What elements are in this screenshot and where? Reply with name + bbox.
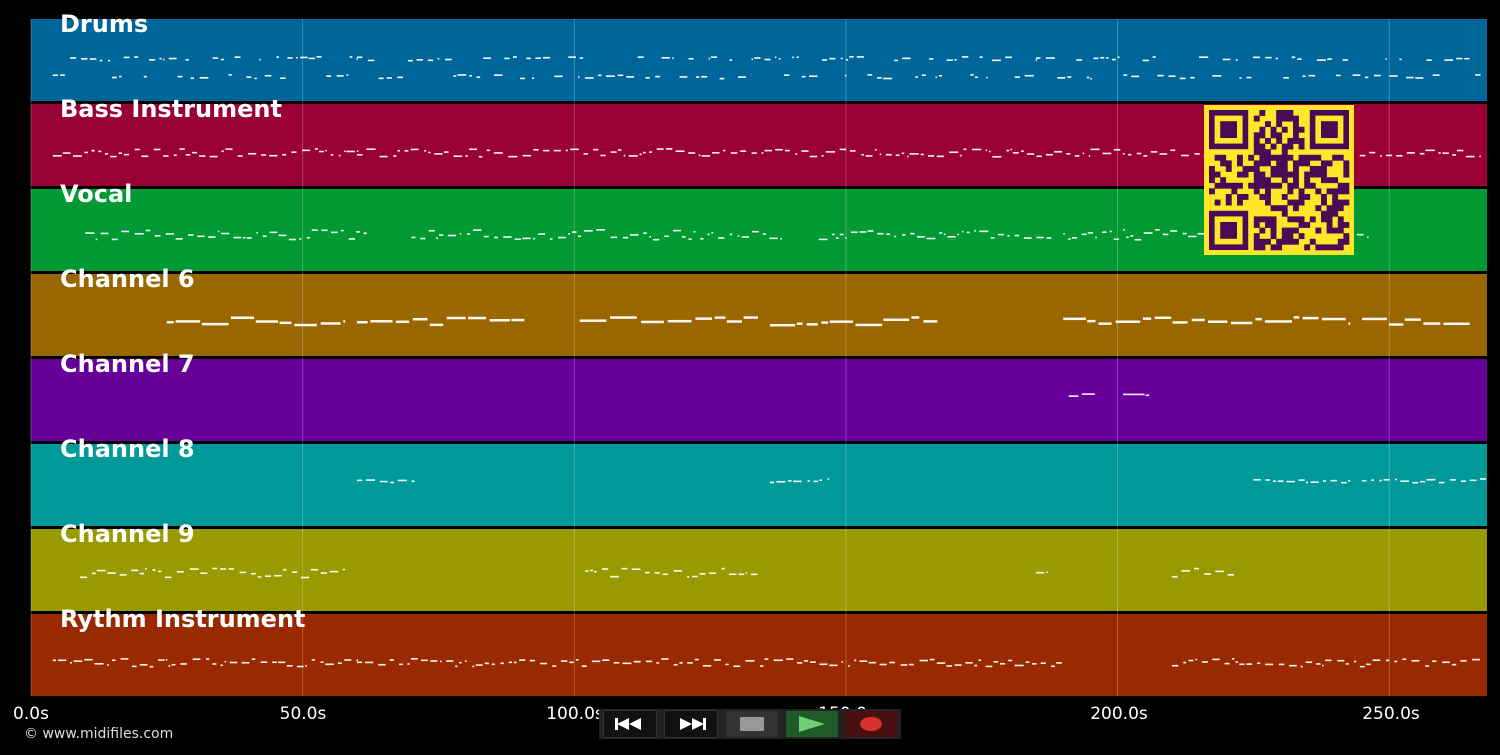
stop-icon <box>739 717 764 731</box>
time-tick-50: 50.0s <box>279 704 327 724</box>
stop-button[interactable] <box>725 711 778 737</box>
track-lane-5 <box>31 444 1487 526</box>
track-label-0: Drums <box>60 10 149 38</box>
track-label-3: Channel 6 <box>60 265 195 293</box>
play-button[interactable] <box>785 711 838 737</box>
track-lane-3 <box>31 274 1487 356</box>
track-lane-4 <box>31 359 1487 441</box>
track-label-7: Rythm Instrument <box>60 605 306 633</box>
track-label-4: Channel 7 <box>60 350 195 378</box>
record-icon <box>860 717 883 731</box>
transport-controls <box>599 709 901 739</box>
time-tick-100: 100.0s <box>546 704 604 724</box>
track-label-5: Channel 8 <box>60 435 195 463</box>
time-tick-200: 200.0s <box>1090 704 1148 724</box>
rewind-button[interactable] <box>602 710 657 738</box>
record-button[interactable] <box>845 711 898 737</box>
copyright-text: © www.midifiles.com <box>24 726 174 742</box>
time-tick-250: 250.0s <box>1362 704 1420 724</box>
fast-forward-icon <box>680 718 707 730</box>
track-lane-6 <box>31 529 1487 611</box>
rewind-icon <box>614 718 641 730</box>
time-tick-0: 0.0s <box>13 704 49 724</box>
track-label-2: Vocal <box>60 180 133 208</box>
qr-code-icon <box>1204 105 1354 255</box>
track-label-1: Bass Instrument <box>60 95 282 123</box>
track-lane-0 <box>31 19 1487 101</box>
track-label-6: Channel 9 <box>60 520 195 548</box>
fast-forward-button[interactable] <box>664 710 719 738</box>
play-icon <box>798 716 825 732</box>
